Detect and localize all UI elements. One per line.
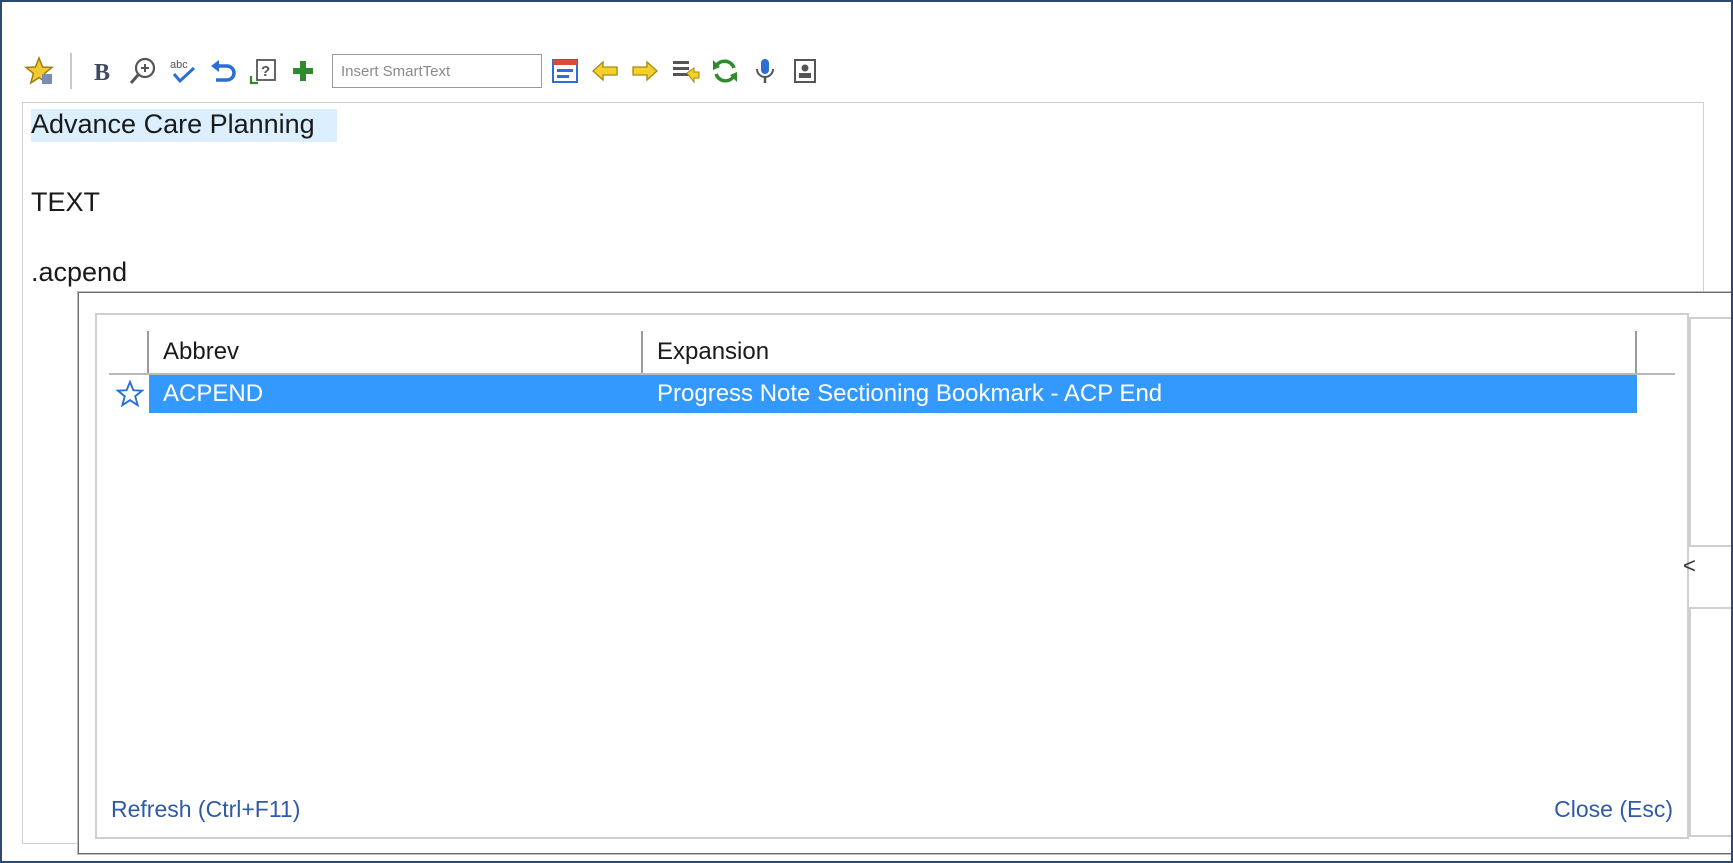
refresh-link[interactable]: Refresh (Ctrl+F11)	[111, 796, 300, 823]
bold-icon[interactable]: B	[86, 54, 120, 88]
favorite-star-icon[interactable]	[113, 377, 147, 411]
microphone-icon[interactable]	[748, 54, 782, 88]
editor-line-heading: Advance Care Planning	[31, 109, 337, 142]
smarttext-input[interactable]	[332, 54, 542, 88]
editor-line-abbrev: .acpend	[31, 257, 128, 287]
toolbar-separator	[70, 53, 72, 89]
svg-text:B: B	[94, 60, 110, 85]
previous-arrow-icon[interactable]	[588, 54, 622, 88]
side-panel-bottom	[1689, 607, 1731, 837]
row-abbrev: ACPEND	[163, 380, 264, 407]
help-icon[interactable]: ?	[246, 54, 280, 88]
contact-card-icon[interactable]	[788, 54, 822, 88]
favorite-star-icon[interactable]	[22, 54, 56, 88]
refresh-icon[interactable]	[708, 54, 742, 88]
table-row[interactable]: ACPEND Progress Note Sectioning Bookmark…	[109, 375, 1675, 413]
toolbar: B abc ?	[22, 46, 828, 96]
svg-text:?: ?	[261, 63, 270, 80]
column-header-expansion[interactable]: Expansion	[643, 331, 1637, 373]
insert-list-icon[interactable]	[668, 54, 702, 88]
grid-header-lead	[109, 331, 149, 373]
add-icon[interactable]	[286, 54, 320, 88]
side-panel-top	[1689, 317, 1731, 547]
column-header-abbrev[interactable]: Abbrev	[149, 331, 643, 373]
row-expansion: Progress Note Sectioning Bookmark - ACP …	[657, 380, 1163, 407]
grid-header: Abbrev Expansion	[109, 331, 1675, 375]
next-arrow-icon[interactable]	[628, 54, 662, 88]
editor-window: B abc ? Insert SmartText Advance Care Pl…	[0, 0, 1733, 863]
smartphrase-popup: Abbrev Expansion ACPEND Progress Note Se…	[78, 292, 1731, 854]
close-link[interactable]: Close (Esc)	[1554, 796, 1673, 823]
editor-line-text: TEXT	[31, 187, 101, 217]
smarttext-list-icon[interactable]	[548, 54, 582, 88]
side-arrow-mark: <	[1683, 553, 1696, 578]
popup-list-panel: Abbrev Expansion ACPEND Progress Note Se…	[95, 313, 1689, 839]
undo-icon[interactable]	[206, 54, 240, 88]
svg-text:abc: abc	[170, 59, 188, 71]
abbrev-grid: Abbrev Expansion ACPEND Progress Note Se…	[109, 331, 1675, 413]
zoom-icon[interactable]	[126, 54, 160, 88]
spell-check-icon[interactable]: abc	[166, 54, 200, 88]
